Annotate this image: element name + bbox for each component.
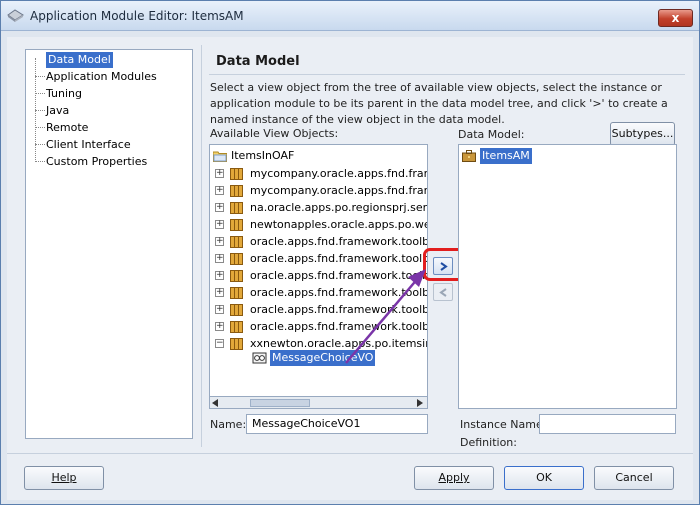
name-label: Name: bbox=[210, 418, 247, 431]
instance-name-label: Instance Name: bbox=[460, 418, 547, 431]
nav-item-application-modules[interactable]: Application Modules bbox=[46, 69, 157, 85]
package-icon bbox=[230, 219, 243, 231]
window-title: Application Module Editor: ItemsAM bbox=[30, 9, 244, 23]
close-button[interactable]: x bbox=[658, 9, 693, 27]
package-icon bbox=[230, 321, 243, 333]
ok-button[interactable]: OK bbox=[504, 466, 584, 490]
expand-icon[interactable]: + bbox=[215, 288, 224, 297]
nav-item-custom-properties[interactable]: Custom Properties bbox=[46, 154, 147, 170]
expand-icon[interactable]: + bbox=[215, 169, 224, 178]
selected-view-object[interactable]: MessageChoiceVO bbox=[270, 350, 376, 366]
data-model-tree[interactable]: ItemsAM bbox=[458, 144, 677, 409]
scroll-thumb[interactable] bbox=[250, 399, 310, 407]
package-icon bbox=[230, 168, 243, 180]
scroll-left-icon[interactable] bbox=[212, 399, 219, 407]
add-to-data-model-button[interactable] bbox=[433, 257, 453, 275]
expand-icon[interactable]: + bbox=[215, 322, 224, 331]
package-label: mycompany.oracle.apps.fnd.framework bbox=[250, 184, 427, 197]
tree-root-label: ItemsInOAF bbox=[231, 149, 295, 162]
apply-label: Apply bbox=[438, 471, 470, 484]
chevron-right-icon bbox=[440, 262, 448, 271]
expand-icon[interactable]: + bbox=[215, 220, 224, 229]
nav-item-remote[interactable]: Remote bbox=[46, 120, 88, 136]
navigation-tree: Data Model Application Modules Tuning Ja… bbox=[25, 49, 193, 439]
apply-button[interactable]: Apply bbox=[414, 466, 494, 490]
nav-item-client-interface[interactable]: Client Interface bbox=[46, 137, 131, 153]
package-icon bbox=[230, 202, 243, 214]
title-separator bbox=[209, 74, 685, 75]
name-field[interactable]: MessageChoiceVO1 bbox=[246, 414, 428, 434]
package-label: mycompany.oracle.apps.fnd.framework bbox=[250, 167, 427, 180]
nav-item-data-model[interactable]: Data Model bbox=[46, 52, 113, 68]
package-label: oracle.apps.fnd.framework.toolbox. bbox=[250, 303, 428, 316]
app-module-icon bbox=[7, 9, 24, 22]
scroll-right-icon[interactable] bbox=[416, 399, 423, 407]
package-label: oracle.apps.fnd.framework.toolbox. bbox=[250, 235, 428, 248]
panel-description: Select a view object from the tree of av… bbox=[210, 81, 668, 126]
cancel-button[interactable]: Cancel bbox=[594, 466, 674, 490]
package-icon bbox=[230, 270, 243, 282]
subtypes-button[interactable]: Subtypes... bbox=[610, 122, 675, 146]
data-model-root-label[interactable]: ItemsAM bbox=[480, 148, 532, 164]
package-icon bbox=[230, 287, 243, 299]
package-icon bbox=[230, 253, 243, 265]
help-label: Help bbox=[51, 471, 77, 484]
package-icon bbox=[230, 304, 243, 316]
expand-icon[interactable]: + bbox=[215, 203, 224, 212]
view-object-icon bbox=[252, 352, 267, 364]
page-title: Data Model bbox=[216, 54, 300, 69]
collapse-icon[interactable]: − bbox=[215, 339, 224, 348]
footer-separator bbox=[7, 453, 693, 454]
package-label: oracle.apps.fnd.framework.toolbox. bbox=[250, 320, 428, 333]
package-icon bbox=[230, 236, 243, 248]
package-label: oracle.apps.fnd.framework.toolbox. bbox=[250, 269, 428, 282]
help-button[interactable]: Help bbox=[24, 466, 104, 490]
available-view-objects-tree[interactable]: ItemsInOAF + mycompany.oracle.apps.fnd.fr… bbox=[209, 144, 428, 409]
package-label: oracle.apps.fnd.framework.toolbox. bbox=[250, 252, 428, 265]
available-view-objects-label: Available View Objects: bbox=[210, 127, 339, 140]
expand-icon[interactable]: + bbox=[215, 254, 224, 263]
app-module-icon bbox=[462, 150, 476, 162]
expand-icon[interactable]: + bbox=[215, 305, 224, 314]
package-label: newtonapples.oracle.apps.po.welcome bbox=[250, 218, 427, 231]
expand-icon[interactable]: + bbox=[215, 186, 224, 195]
horizontal-scrollbar[interactable] bbox=[209, 396, 428, 409]
expand-icon[interactable]: + bbox=[215, 271, 224, 280]
package-label: na.oracle.apps.po.regionsprj.server bbox=[250, 201, 428, 214]
package-label: oracle.apps.fnd.framework.toolbox. bbox=[250, 286, 428, 299]
expand-icon[interactable]: + bbox=[215, 237, 224, 246]
package-icon bbox=[230, 338, 243, 350]
remove-from-data-model-button[interactable] bbox=[433, 283, 453, 301]
package-icon bbox=[230, 185, 243, 197]
nav-item-tuning[interactable]: Tuning bbox=[46, 86, 82, 102]
folder-icon bbox=[213, 151, 227, 162]
chevron-left-icon bbox=[439, 288, 447, 297]
data-model-label: Data Model: bbox=[458, 128, 525, 141]
panel-divider bbox=[201, 45, 202, 447]
nav-item-java[interactable]: Java bbox=[46, 103, 69, 119]
title-bar: Application Module Editor: ItemsAM x bbox=[1, 1, 699, 31]
instance-name-field[interactable] bbox=[539, 414, 676, 434]
editor-window: Application Module Editor: ItemsAM x Dat… bbox=[0, 0, 700, 505]
definition-label: Definition: bbox=[460, 436, 517, 449]
